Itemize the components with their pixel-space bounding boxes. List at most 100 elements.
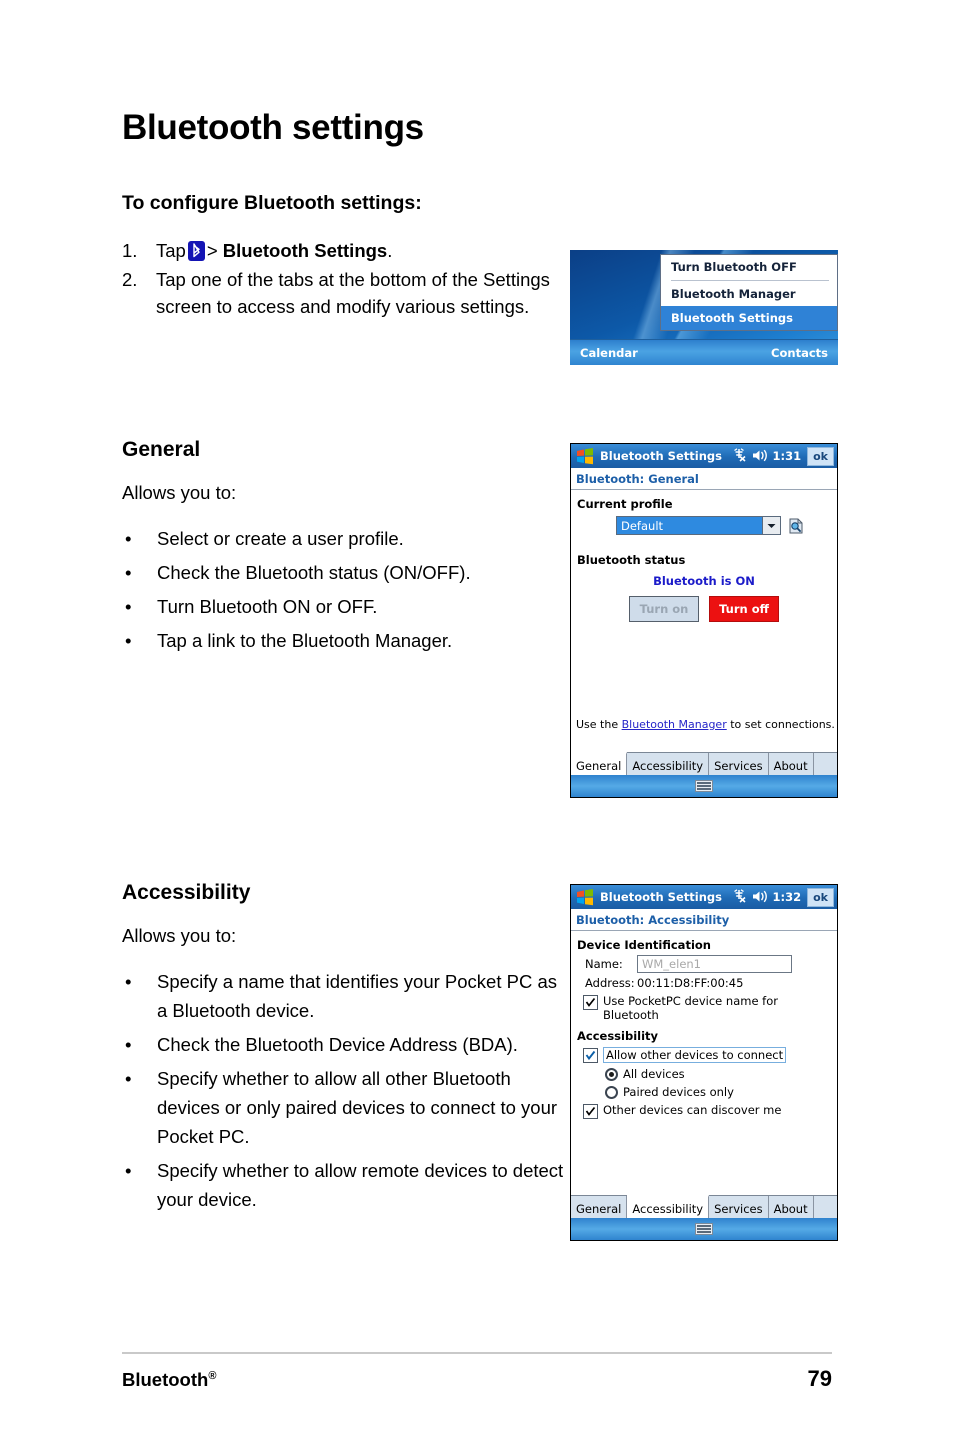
titlebar-title: Bluetooth Settings	[600, 449, 722, 463]
menu-item-turn-bluetooth-off[interactable]: Turn Bluetooth OFF	[661, 255, 837, 279]
clock[interactable]: 1:31	[773, 449, 802, 463]
menu-item-bluetooth-manager[interactable]: Bluetooth Manager	[661, 282, 837, 306]
list-item: • Check the Bluetooth Device Address (BDA…	[122, 1030, 572, 1059]
page-number: 79	[807, 1366, 832, 1391]
section-heading-accessibility: Accessibility	[122, 881, 251, 904]
group-label-accessibility: Accessibility	[577, 1029, 659, 1043]
name-label: Name:	[585, 957, 623, 971]
list-item: • Specify a name that identifies your Poc…	[122, 967, 572, 1025]
step-item-2: 2. Tap one of the tabs at the bottom of t…	[122, 266, 552, 321]
step-text-pre: Tap	[156, 240, 186, 261]
bullet-icon: •	[125, 1034, 132, 1055]
tab-general[interactable]: General	[571, 752, 628, 775]
start-menu-icon[interactable]	[575, 447, 595, 465]
page-footer: Bluetooth® 79	[122, 1366, 832, 1392]
tab-general[interactable]: General	[571, 1196, 628, 1218]
device-name-input[interactable]: WM_elen1	[637, 955, 792, 973]
titlebar-status-icons	[733, 888, 768, 907]
connectivity-off-icon[interactable]	[733, 888, 748, 907]
soft-input-bar	[571, 775, 837, 797]
bullet-icon: •	[125, 1068, 132, 1089]
bluetooth-icon	[187, 241, 205, 261]
ok-button[interactable]: ok	[807, 446, 834, 466]
use-pocketpc-name-checkbox-row[interactable]: Use PocketPC device name for Bluetooth	[571, 990, 837, 1022]
discover-me-checkbox-row[interactable]: Other devices can discover me	[571, 1099, 837, 1119]
name-row: Name: WM_elen1	[571, 952, 837, 973]
list-item-text: Select or create a user profile.	[157, 528, 404, 549]
list-item-text: Specify a name that identifies your Pock…	[157, 971, 558, 1021]
checkbox-icon[interactable]	[583, 1104, 598, 1119]
taskbar-button-contacts[interactable]: Contacts	[771, 346, 828, 360]
list-item-text: Tap a link to the Bluetooth Manager.	[157, 630, 453, 651]
step-text: Tap one of the tabs at the bottom of the…	[156, 268, 550, 318]
volume-icon[interactable]	[752, 888, 768, 907]
group-label-current-profile: Current profile	[577, 497, 673, 511]
group-label-device-identification: Device Identification	[577, 938, 711, 952]
tab-accessibility[interactable]: Accessibility	[627, 753, 710, 775]
address-label: Address:	[585, 976, 635, 990]
keyboard-icon[interactable]	[695, 780, 713, 792]
turn-on-button[interactable]: Turn on	[629, 596, 699, 622]
checkbox-icon[interactable]	[583, 1048, 598, 1063]
soft-input-bar	[571, 1218, 837, 1240]
allow-connect-checkbox-row[interactable]: Allow other devices to connect	[571, 1043, 837, 1063]
list-item-text: Specify whether to allow all other Bluet…	[157, 1068, 558, 1147]
edit-profile-icon[interactable]	[787, 517, 805, 535]
clock[interactable]: 1:32	[773, 890, 802, 904]
bullet-icon: •	[125, 630, 132, 651]
discover-me-label: Other devices can discover me	[603, 1103, 782, 1117]
taskbar: Calendar Contacts	[570, 339, 838, 365]
footer-label-text: Bluetooth	[122, 1369, 209, 1390]
list-item: • Specify whether to allow all other Blue…	[122, 1064, 572, 1151]
bullet-icon: •	[125, 528, 132, 549]
list-item: • Select or create a user profile.	[122, 524, 562, 553]
manager-hint: Use the Bluetooth Manager to set connect…	[571, 718, 837, 731]
section-general: General Allows you to: • Select or create…	[122, 437, 562, 660]
intro-block: Bluetooth settings To configure Bluetoot…	[122, 108, 552, 322]
taskbar-button-calendar[interactable]: Calendar	[580, 346, 638, 360]
turn-off-button[interactable]: Turn off	[709, 596, 779, 622]
tab-services[interactable]: Services	[709, 753, 769, 775]
ok-button[interactable]: ok	[807, 887, 834, 907]
tab-about[interactable]: About	[768, 753, 814, 775]
connectivity-off-icon[interactable]	[733, 447, 748, 466]
step-number: 1.	[122, 240, 138, 261]
device-address-value: 00:11:D8:FF:00:45	[637, 976, 744, 990]
titlebar: Bluetooth Settings 1:3	[571, 885, 837, 909]
bullet-icon: •	[125, 1160, 132, 1181]
subtitle-bar: Bluetooth: General	[571, 468, 837, 490]
tab-filler	[813, 753, 837, 775]
group-label-bluetooth-status: Bluetooth status	[577, 553, 686, 567]
general-body: Current profile Default Bluetooth status…	[571, 491, 837, 753]
tab-services[interactable]: Services	[709, 1196, 769, 1218]
titlebar-status-icons	[733, 447, 768, 466]
radio-icon-selected[interactable]	[605, 1067, 618, 1081]
step-text-post: .	[387, 240, 393, 261]
use-pocketpc-name-label: Use PocketPC device name for Bluetooth	[603, 994, 778, 1022]
radio-row-all-devices[interactable]: All devices	[571, 1063, 837, 1081]
radio-icon[interactable]	[605, 1085, 618, 1099]
start-menu-icon[interactable]	[575, 888, 595, 906]
keyboard-icon[interactable]	[695, 1223, 713, 1235]
tab-accessibility[interactable]: Accessibility	[627, 1195, 710, 1218]
checkbox-icon[interactable]	[583, 995, 598, 1010]
hint-text-post: to set connections.	[726, 718, 835, 731]
bluetooth-manager-link[interactable]: Bluetooth Manager	[622, 718, 727, 731]
subtitle-bar: Bluetooth: Accessibility	[571, 909, 837, 931]
profile-select[interactable]: Default	[616, 516, 781, 535]
section-lead-accessibility: Allows you to:	[122, 925, 237, 946]
list-item-text: Specify whether to allow remote devices …	[157, 1160, 564, 1210]
menu-item-bluetooth-settings[interactable]: Bluetooth Settings	[661, 306, 837, 330]
registered-trademark-icon: ®	[208, 1369, 217, 1382]
tab-about[interactable]: About	[768, 1196, 814, 1218]
radio-row-paired-only[interactable]: Paired devices only	[571, 1081, 837, 1099]
step-item-1: 1. Tap > Bluetooth Settings.	[122, 237, 552, 265]
bullet-icon: •	[125, 596, 132, 617]
volume-icon[interactable]	[752, 447, 768, 466]
chevron-down-icon[interactable]	[762, 517, 780, 534]
section-lead-general: Allows you to:	[122, 482, 237, 503]
list-item: • Check the Bluetooth status (ON/OFF).	[122, 558, 562, 587]
radio-label-all-devices: All devices	[623, 1067, 685, 1081]
menu-divider	[671, 280, 829, 281]
titlebar-title: Bluetooth Settings	[600, 890, 722, 904]
